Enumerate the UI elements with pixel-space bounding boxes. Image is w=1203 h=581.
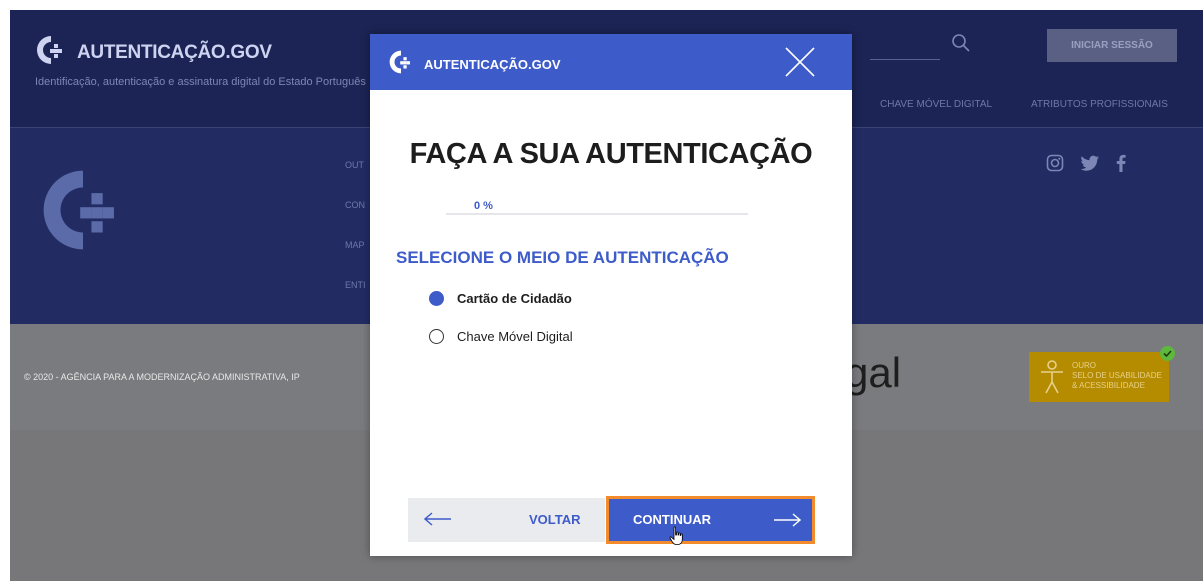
footer-link[interactable]: OUT [345, 158, 366, 198]
continue-label: CONTINUAR [633, 512, 711, 527]
footer-links: OUT CON MAP ENTI [345, 158, 366, 318]
facebook-icon[interactable] [1116, 154, 1126, 177]
logo-icon [35, 34, 67, 71]
modal-brand: AUTENTICAÇÃO.GOV [424, 57, 561, 72]
search-input[interactable] [870, 59, 940, 60]
twitter-icon[interactable] [1080, 155, 1100, 177]
progress-bar [446, 213, 748, 215]
usability-badge[interactable]: OURO SELO DE USABILIDADE & ACESSIBILIDAD… [1029, 346, 1175, 402]
option-chave-movel[interactable]: Chave Móvel Digital [429, 329, 573, 344]
auth-modal: AUTENTICAÇÃO.GOV FAÇA A SUA AUTENTICAÇÃO… [370, 34, 852, 556]
nav-chave-movel[interactable]: CHAVE MÓVEL DIGITAL [880, 99, 992, 110]
footer-link[interactable]: ENTI [345, 278, 366, 318]
footer-link[interactable]: MAP [345, 238, 366, 278]
modal-header: AUTENTICAÇÃO.GOV [370, 34, 852, 90]
option-cartao-cidadao[interactable]: Cartão de Cidadão [429, 291, 572, 306]
badge-line: SELO DE USABILIDADE [1072, 371, 1162, 380]
badge-line: OURO [1072, 361, 1096, 370]
logo-icon [388, 49, 414, 80]
hand-cursor-icon [669, 526, 685, 551]
option-label: Cartão de Cidadão [457, 291, 572, 306]
instagram-icon[interactable] [1046, 154, 1064, 177]
continue-button[interactable]: CONTINUAR [606, 496, 815, 544]
close-icon[interactable] [783, 45, 817, 79]
footer-link[interactable]: CON [345, 198, 366, 238]
site-tagline: Identificação, autenticação e assinatura… [35, 76, 366, 88]
nav-atributos[interactable]: ATRIBUTOS PROFISSIONAIS [1031, 99, 1168, 110]
section-subtitle: SELECIONE O MEIO DE AUTENTICAÇÃO [396, 248, 729, 267]
check-icon [1160, 346, 1175, 361]
social-links [1046, 154, 1126, 177]
back-label: VOLTAR [529, 512, 581, 527]
search-icon[interactable] [951, 33, 971, 58]
badge-text: OURO SELO DE USABILIDADE & ACESSIBILIDAD… [1072, 361, 1162, 391]
badge-line: & ACESSIBILIDADE [1072, 381, 1145, 390]
login-button[interactable]: INICIAR SESSÃO [1047, 29, 1177, 62]
footer-logo-icon [38, 165, 128, 260]
modal-title: FAÇA A SUA AUTENTICAÇÃO [409, 138, 813, 170]
site-logo[interactable]: AUTENTICAÇÃO.GOV [35, 34, 272, 71]
option-label: Chave Móvel Digital [457, 329, 573, 344]
arrow-left-icon [423, 512, 452, 531]
back-button[interactable]: VOLTAR [408, 498, 605, 542]
modal-logo: AUTENTICAÇÃO.GOV [388, 49, 561, 80]
arrow-right-icon [773, 513, 802, 532]
radio-selected[interactable] [429, 291, 444, 306]
accessibility-icon [1039, 360, 1065, 399]
copyright-text: © 2020 - AGÊNCIA PARA A MODERNIZAÇÃO ADM… [24, 372, 300, 382]
site-brand: AUTENTICAÇÃO.GOV [77, 41, 272, 63]
radio-unselected[interactable] [429, 329, 444, 344]
portugal-logo-text: gal [845, 349, 902, 396]
page: AUTENTICAÇÃO.GOV Identificação, autentic… [0, 0, 1203, 581]
progress-label: 0 % [474, 200, 493, 212]
